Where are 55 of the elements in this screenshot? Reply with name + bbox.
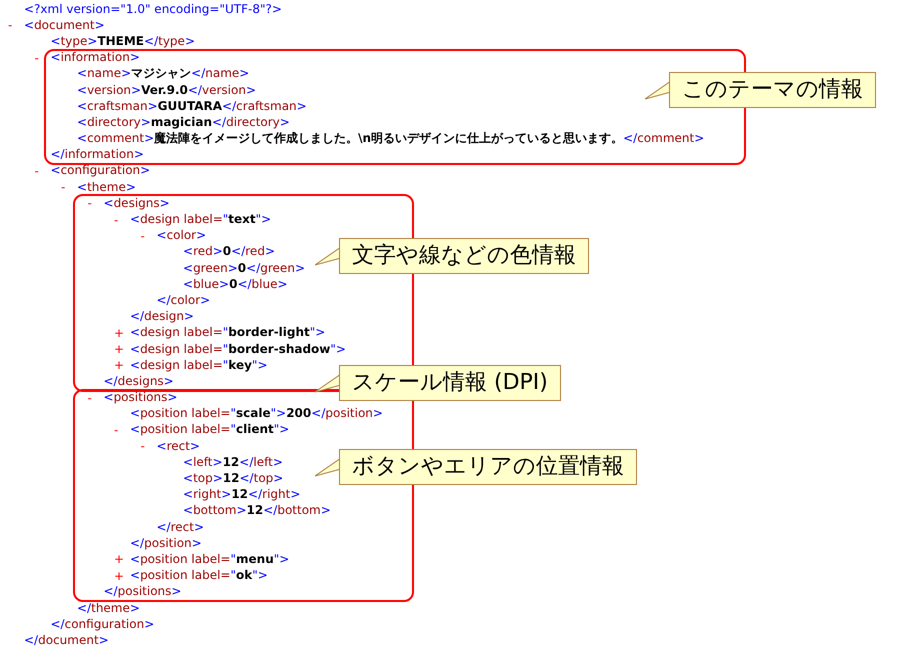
xml-line: <top>12</top> — [183, 471, 284, 486]
xml-line: </theme> — [77, 600, 140, 616]
tree-toggle[interactable]: - — [114, 422, 118, 437]
xml-line: <color> — [156, 228, 206, 244]
xml-line: </design> — [130, 309, 194, 324]
xml-line: <position label="client"> — [130, 422, 290, 438]
xml-line: </position> — [130, 536, 202, 551]
tree-toggle[interactable]: - — [114, 212, 118, 227]
xml-line: <type>THEME</type> — [50, 34, 195, 49]
xml-line: <bottom>12</bottom> — [183, 503, 331, 518]
tree-toggle[interactable]: - — [140, 439, 145, 454]
xml-line: <craftsman>GUUTARA</craftsman> — [77, 98, 307, 114]
tree-toggle[interactable]: - — [140, 228, 145, 243]
xml-line: <design label="text"> — [130, 212, 272, 228]
xml-line: <theme> — [77, 180, 136, 195]
tree-toggle[interactable]: + — [114, 568, 124, 583]
tree-toggle[interactable]: - — [8, 18, 12, 32]
tree-toggle[interactable]: + — [114, 552, 124, 566]
xml-line: <design label="border-shadow"> — [130, 342, 346, 357]
xml-line: </designs> — [104, 374, 174, 389]
tree-toggle[interactable]: - — [88, 390, 92, 405]
xml-line: </rect> — [156, 520, 204, 535]
xml-line: <information> — [50, 50, 140, 66]
xml-line: <directory>magician</directory> — [77, 114, 290, 130]
xml-line: </configuration> — [50, 616, 154, 632]
tree-toggle[interactable]: - — [34, 164, 39, 178]
xml-line: </positions> — [104, 584, 182, 600]
xml-line: <design label="border-light"> — [130, 325, 326, 340]
tree-toggle[interactable]: + — [114, 358, 124, 372]
xml-line: </document> — [24, 632, 109, 648]
xml-line: <position label="menu"> — [130, 552, 290, 567]
xml-line: <designs> — [104, 196, 170, 211]
tree-toggle[interactable]: + — [114, 326, 124, 340]
xml-line: <position label="scale">200</position> — [130, 406, 383, 422]
xml-line: </color> — [156, 292, 210, 308]
tree-toggle[interactable]: - — [34, 50, 39, 65]
tree-toggle[interactable]: - — [61, 180, 66, 194]
xml-line: <configuration> — [50, 163, 150, 178]
xml-line: <left>12</left> — [183, 454, 283, 470]
xml-line: <document> — [24, 18, 105, 33]
xml-line: <positions> — [104, 390, 178, 406]
xml-line: <comment>魔法陣をイメージして作成しました。\n明るいデザインに仕上がっていると思います。</comment> — [77, 131, 704, 146]
xml-line: <position label="ok"> — [130, 568, 268, 584]
xml-line: <red>0</red> — [183, 244, 275, 260]
tree-toggle[interactable]: + — [114, 342, 124, 356]
tree-toggle[interactable]: - — [88, 196, 92, 210]
xml-line: <rect> — [156, 438, 200, 454]
xml-line: <name>マジシャン</name> — [77, 66, 250, 82]
xml-line: <right>12</right> — [183, 487, 300, 502]
xml-line: <design label="key"> — [130, 358, 268, 373]
xml-line: <green>0</green> — [183, 260, 305, 276]
xml-line: </information> — [50, 147, 144, 162]
xml-declaration: <?xml version="1.0" encoding="UTF-8"?> — [24, 2, 282, 17]
xml-line: <version>Ver.9.0</version> — [77, 82, 256, 98]
xml-line: <blue>0</blue> — [183, 276, 288, 292]
